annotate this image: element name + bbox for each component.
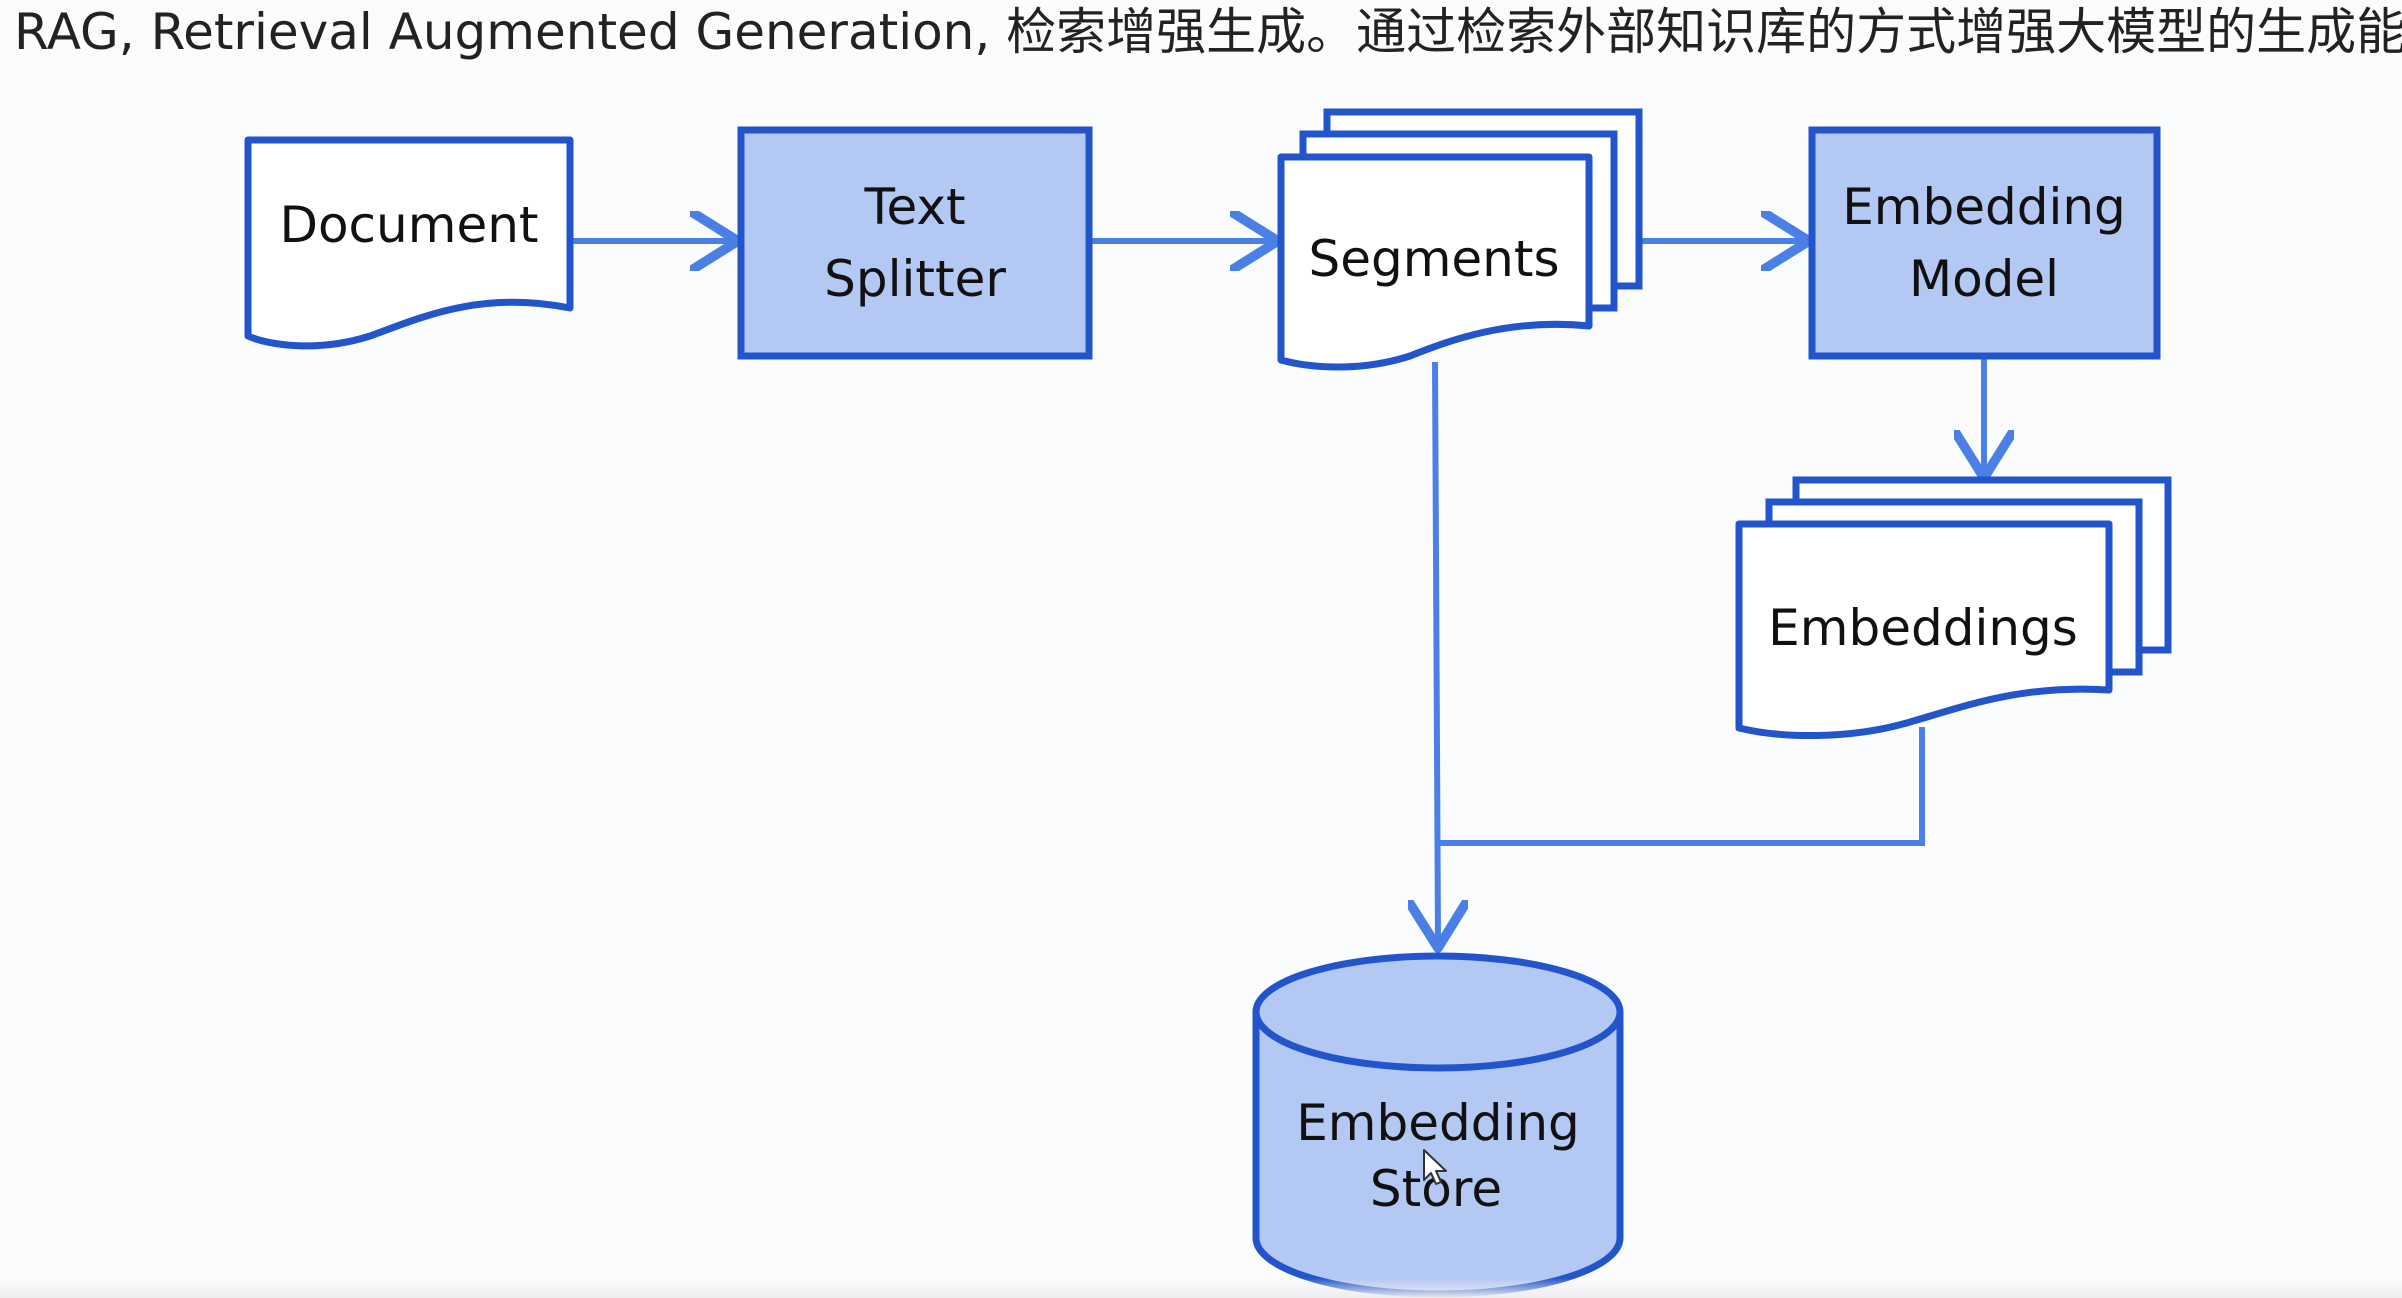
text-splitter-label-line1: Text (863, 178, 965, 236)
segments-node: Segments (1277, 108, 1643, 371)
text-splitter-node: Text Splitter (737, 126, 1093, 360)
arrow-segments-to-store (1435, 361, 1438, 942)
embedding-model-label-line2: Model (1909, 250, 2059, 308)
embedding-model-box (1808, 126, 2161, 360)
text-splitter-box (737, 126, 1093, 360)
document-label: Document (279, 196, 538, 254)
embedding-store-label-line1: Embedding (1296, 1094, 1580, 1152)
line-embeddings-to-junction (1437, 727, 1925, 846)
text-splitter-label-line2: Splitter (824, 250, 1006, 308)
embedding-model-node: Embedding Model (1808, 126, 2161, 360)
segments-label: Segments (1308, 230, 1559, 288)
embedding-store-top (1252, 952, 1624, 1072)
embedding-model-label-line1: Embedding (1842, 178, 2126, 236)
bottom-edge-strip (0, 1278, 2402, 1298)
embeddings-node: Embeddings (1735, 476, 2172, 740)
embedding-store-node: Embedding Store (1252, 952, 1624, 1298)
document-node: Document (244, 136, 574, 350)
embeddings-label: Embeddings (1768, 599, 2078, 657)
rag-diagram: Document Text Splitter Segments Embeddin… (244, 108, 2172, 1298)
